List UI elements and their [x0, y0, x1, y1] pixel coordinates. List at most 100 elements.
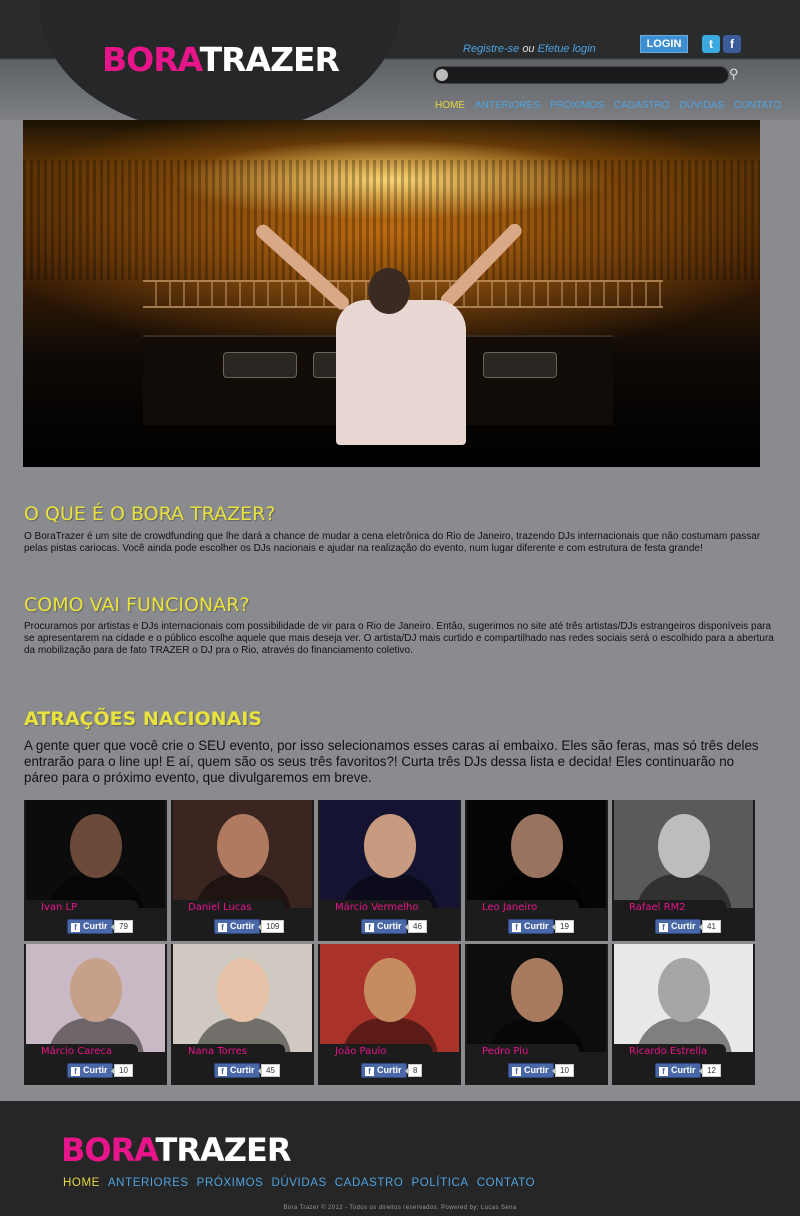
dj-figure [336, 300, 466, 445]
like-count: 45 [258, 1064, 280, 1077]
facebook-icon[interactable]: f [723, 35, 741, 53]
like-label: Curtir [671, 921, 696, 931]
dj-name[interactable]: João Paulo [335, 1046, 386, 1057]
facebook-icon: f [512, 923, 521, 932]
nav-item-cadastro[interactable]: CADASTRO [614, 100, 670, 111]
like-button[interactable]: f Curtir [214, 1063, 260, 1078]
register-link[interactable]: Registre-se [463, 43, 519, 55]
nav-item-proximos[interactable]: PRÓXIMOS [550, 100, 604, 111]
dj-portrait-head [658, 958, 710, 1022]
footer-nav: HOME ANTERIORES PRÓXIMOS DÚVIDAS CADASTRO POL… [63, 1177, 535, 1189]
like-button[interactable]: f Curtir [655, 1063, 701, 1078]
dj-portrait-head [364, 814, 416, 878]
dj-card[interactable]: Pedro Piu f Curtir 10 [465, 944, 608, 1085]
site-logo[interactable]: BORATRAZER [102, 40, 340, 79]
footer-logo-trazer: TRAZER [155, 1131, 292, 1169]
auth-links: Registre-se ou Efetue login [463, 43, 596, 55]
dj-photo[interactable] [26, 944, 165, 1052]
like-count: 12 [699, 1064, 721, 1077]
search-input[interactable] [433, 66, 729, 84]
dj-photo[interactable] [614, 800, 753, 908]
dj-portrait-head [217, 958, 269, 1022]
logo-trazer: TRAZER [199, 40, 340, 79]
dj-photo[interactable] [320, 800, 459, 908]
facebook-icon: f [71, 923, 80, 932]
twitter-icon[interactable]: t [702, 35, 720, 53]
like-count: 46 [405, 920, 427, 933]
like-button[interactable]: f Curtir [67, 919, 113, 934]
like-count: 10 [552, 1064, 574, 1077]
like-label: Curtir [524, 1065, 549, 1075]
dj-name[interactable]: Márcio Vermelho [335, 902, 419, 913]
dj-portrait-head [511, 814, 563, 878]
turntable-right [483, 352, 557, 378]
dj-photo[interactable] [467, 800, 606, 908]
dj-card[interactable]: Márcio Vermelho f Curtir 46 [318, 800, 461, 941]
turntable-left [223, 352, 297, 378]
facebook-icon: f [659, 1067, 668, 1076]
logo-bora: BORA [102, 40, 201, 79]
dj-portrait-head [217, 814, 269, 878]
like-count: 109 [257, 920, 285, 933]
national-text: A gente quer que você crie o SEU evento,… [24, 738, 759, 785]
dj-name[interactable]: Márcio Careca [41, 1046, 112, 1057]
dj-card[interactable]: Rafael RM2 f Curtir 41 [612, 800, 755, 941]
dj-name[interactable]: Ivan LP [41, 902, 77, 913]
like-button[interactable]: f Curtir [361, 919, 407, 934]
like-label: Curtir [230, 921, 255, 931]
dj-portrait-head [511, 958, 563, 1022]
like-count: 8 [404, 1064, 423, 1077]
search-icon[interactable]: ⚲ [729, 66, 739, 82]
like-label: Curtir [83, 921, 108, 931]
footer-nav-item-duvidas[interactable]: DÚVIDAS [271, 1177, 326, 1189]
dj-card[interactable]: Leo Janeiro f Curtir 19 [465, 800, 608, 941]
like-count: 19 [552, 920, 574, 933]
dj-card[interactable]: Daniel Lucas f Curtir 109 [171, 800, 314, 941]
search-dot-icon [436, 69, 448, 81]
like-button[interactable]: f Curtir [214, 919, 260, 934]
dj-name[interactable]: Nana Torres [188, 1046, 247, 1057]
footer-nav-item-politica[interactable]: POLÍTICA [411, 1177, 468, 1189]
nav-item-duvidas[interactable]: DÚVIDAS [679, 100, 723, 111]
dj-name[interactable]: Leo Janeiro [482, 902, 537, 913]
dj-photo[interactable] [26, 800, 165, 908]
login-link[interactable]: Efetue login [538, 43, 596, 55]
dj-name[interactable]: Pedro Piu [482, 1046, 528, 1057]
dj-name[interactable]: Daniel Lucas [188, 902, 252, 913]
dj-card[interactable]: João Paulo f Curtir 8 [318, 944, 461, 1085]
dj-name[interactable]: Rafael RM2 [629, 902, 686, 913]
what-text: O BoraTrazer é um site de crowdfunding q… [24, 531, 761, 554]
facebook-icon: f [218, 1067, 227, 1076]
footer-logo[interactable]: BORATRAZER [61, 1131, 292, 1169]
dj-photo[interactable] [614, 944, 753, 1052]
dj-photo[interactable] [467, 944, 606, 1052]
footer-nav-item-cadastro[interactable]: CADASTRO [335, 1177, 404, 1189]
like-button[interactable]: f Curtir [67, 1063, 113, 1078]
facebook-icon: f [218, 923, 227, 932]
like-button[interactable]: f Curtir [508, 1063, 554, 1078]
footer-nav-item-anteriores[interactable]: ANTERIORES [108, 1177, 189, 1189]
facebook-icon: f [365, 923, 374, 932]
like-label: Curtir [671, 1065, 696, 1075]
crowd-illustration [23, 160, 760, 280]
dj-card[interactable]: Nana Torres f Curtir 45 [171, 944, 314, 1085]
dj-name[interactable]: Ricardo Estrella [629, 1046, 707, 1057]
login-button[interactable]: LOGIN [640, 35, 688, 53]
dj-photo[interactable] [320, 944, 459, 1052]
footer-nav-item-proximos[interactable]: PRÓXIMOS [197, 1177, 264, 1189]
dj-card[interactable]: Ivan LP f Curtir 79 [24, 800, 167, 941]
dj-photo[interactable] [173, 944, 312, 1052]
like-button[interactable]: f Curtir [655, 919, 701, 934]
dj-photo[interactable] [173, 800, 312, 908]
like-count: 10 [111, 1064, 133, 1077]
like-button[interactable]: f Curtir [361, 1063, 407, 1078]
like-label: Curtir [83, 1065, 108, 1075]
nav-item-contato[interactable]: CONTATO [734, 100, 781, 111]
nav-item-home[interactable]: HOME [435, 100, 465, 111]
like-button[interactable]: f Curtir [508, 919, 554, 934]
dj-card[interactable]: Ricardo Estrella f Curtir 12 [612, 944, 755, 1085]
nav-item-anteriores[interactable]: ANTERIORES [475, 100, 540, 111]
footer-nav-item-contato[interactable]: CONTATO [477, 1177, 536, 1189]
dj-card[interactable]: Márcio Careca f Curtir 10 [24, 944, 167, 1085]
footer-nav-item-home[interactable]: HOME [63, 1177, 100, 1189]
